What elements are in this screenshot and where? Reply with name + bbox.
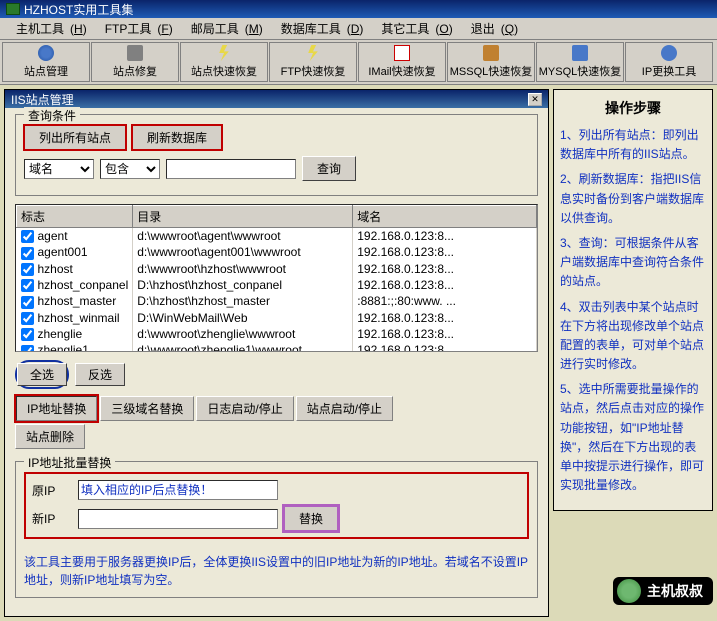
info-text: 该工具主要用于服务器更换IP后，全体更换IIS设置中的旧IP地址为新的IP地址。… xyxy=(24,553,529,589)
ip-replace-title: IP地址批量替换 xyxy=(24,454,115,471)
table-row[interactable]: hzhostd:\wwwroot\hzhost\wwwroot192.168.0… xyxy=(17,261,537,277)
tb-mysql-quick[interactable]: MYSQL快速恢复 xyxy=(536,42,624,82)
site-table[interactable]: 标志 目录 域名 agentd:\wwwroot\agent\wwwroot19… xyxy=(15,204,538,352)
steps-title: 操作步骤 xyxy=(560,98,706,118)
select-circle: 全选 xyxy=(15,360,69,389)
table-row[interactable]: zhenglie1d:\wwwroot\zhenglie1\wwwroot192… xyxy=(17,342,537,352)
row-checkbox[interactable] xyxy=(21,345,34,352)
old-ip-label: 原IP xyxy=(32,482,72,499)
ip-icon xyxy=(661,45,677,61)
menubar: 主机工具(H) FTP工具(F) 邮局工具(M) 数据库工具(D) 其它工具(O… xyxy=(0,18,717,40)
menu-ftp[interactable]: FTP工具(F) xyxy=(93,18,179,39)
tb-imail-quick[interactable]: IMail快速恢复 xyxy=(358,42,446,82)
table-row[interactable]: agentd:\wwwroot\agent\wwwroot192.168.0.1… xyxy=(17,228,537,245)
sql-icon xyxy=(572,45,588,61)
query-input[interactable] xyxy=(166,159,296,179)
table-row[interactable]: hzhost_masterD:\hzhost\hzhost_master:888… xyxy=(17,293,537,309)
close-button[interactable]: ✕ xyxy=(528,93,542,106)
app-icon xyxy=(6,3,20,15)
query-group: 查询条件 列出所有站点 刷新数据库 域名 包含 查询 xyxy=(15,114,538,196)
replace-button[interactable]: 替换 xyxy=(284,506,338,531)
table-row[interactable]: agent001d:\wwwroot\agent001\wwwroot192.1… xyxy=(17,244,537,260)
lightning-icon xyxy=(305,45,321,61)
gear-icon xyxy=(127,45,143,61)
row-checkbox[interactable] xyxy=(21,263,34,276)
col-dir[interactable]: 目录 xyxy=(133,206,353,228)
menu-db[interactable]: 数据库工具(D) xyxy=(269,18,370,39)
op-select[interactable]: 包含 xyxy=(100,159,160,179)
tb-mssql-quick[interactable]: MSSQL快速恢复 xyxy=(447,42,535,82)
row-checkbox[interactable] xyxy=(21,279,34,292)
tab-ip-replace[interactable]: IP地址替换 xyxy=(15,395,98,422)
toolbar: 站点管理 站点修复 站点快速恢复 FTP快速恢复 IMail快速恢复 MSSQL… xyxy=(0,40,717,85)
row-checkbox[interactable] xyxy=(21,312,34,325)
search-button[interactable]: 查询 xyxy=(302,156,356,181)
tb-site-quick[interactable]: 站点快速恢复 xyxy=(180,42,268,82)
tb-site-repair[interactable]: 站点修复 xyxy=(91,42,179,82)
tb-ip-tool[interactable]: IP更换工具 xyxy=(625,42,713,82)
row-checkbox[interactable] xyxy=(21,247,34,260)
main-window: IIS站点管理 ✕ 查询条件 列出所有站点 刷新数据库 域名 包含 查询 xyxy=(4,89,549,617)
menu-host[interactable]: 主机工具(H) xyxy=(4,18,93,39)
old-ip-input[interactable] xyxy=(78,480,278,500)
tb-ftp-quick[interactable]: FTP快速恢复 xyxy=(269,42,357,82)
col-name[interactable]: 标志 xyxy=(17,206,133,228)
window-titlebar: IIS站点管理 ✕ xyxy=(5,90,548,108)
table-row[interactable]: hzhost_winmailD:\WinWebMail\Web192.168.0… xyxy=(17,310,537,326)
new-ip-label: 新IP xyxy=(32,510,72,527)
list-all-button[interactable]: 列出所有站点 xyxy=(24,125,126,150)
steps-content: 1、列出所有站点：即列出数据库中所有的IIS站点。 2、刷新数据库：指把IIS信… xyxy=(560,126,706,495)
table-row[interactable]: hzhost_conpanelD:\hzhost\hzhost_conpanel… xyxy=(17,277,537,293)
ip-replace-group: IP地址批量替换 原IP 新IP 替换 该工具主要用于服务器更换IP后，全体更换… xyxy=(15,461,538,598)
world-icon xyxy=(38,45,54,61)
row-checkbox[interactable] xyxy=(21,296,34,309)
tab-domain-replace[interactable]: 三级域名替换 xyxy=(100,396,194,421)
app-titlebar: HZHOST实用工具集 xyxy=(0,0,717,18)
menu-other[interactable]: 其它工具(O) xyxy=(369,18,458,39)
menu-mail[interactable]: 邮局工具(M) xyxy=(179,18,269,39)
window-title: IIS站点管理 xyxy=(11,91,74,108)
mail-icon xyxy=(394,45,410,61)
select-all-button[interactable]: 全选 xyxy=(17,363,67,386)
table-row[interactable]: zhenglied:\wwwroot\zhenglie\wwwroot192.1… xyxy=(17,326,537,342)
app-title: HZHOST实用工具集 xyxy=(24,1,133,18)
menu-exit[interactable]: 退出(Q) xyxy=(459,18,524,39)
query-group-title: 查询条件 xyxy=(24,107,80,124)
db-icon xyxy=(483,45,499,61)
col-domain[interactable]: 域名 xyxy=(353,206,537,228)
field-select[interactable]: 域名 xyxy=(24,159,94,179)
steps-panel: 操作步骤 1、列出所有站点：即列出数据库中所有的IIS站点。 2、刷新数据库：指… xyxy=(553,89,713,511)
tab-log-toggle[interactable]: 日志启动/停止 xyxy=(196,396,293,421)
lightning-icon xyxy=(216,45,232,61)
tab-delete[interactable]: 站点删除 xyxy=(15,424,85,449)
invert-button[interactable]: 反选 xyxy=(75,363,125,386)
tab-site-toggle[interactable]: 站点启动/停止 xyxy=(296,396,393,421)
tb-site-mgr[interactable]: 站点管理 xyxy=(2,42,90,82)
refresh-db-button[interactable]: 刷新数据库 xyxy=(132,125,222,150)
row-checkbox[interactable] xyxy=(21,230,34,243)
new-ip-input[interactable] xyxy=(78,509,278,529)
watermark-icon xyxy=(617,579,641,603)
watermark: 主机叔叔 xyxy=(613,577,713,605)
row-checkbox[interactable] xyxy=(21,328,34,341)
